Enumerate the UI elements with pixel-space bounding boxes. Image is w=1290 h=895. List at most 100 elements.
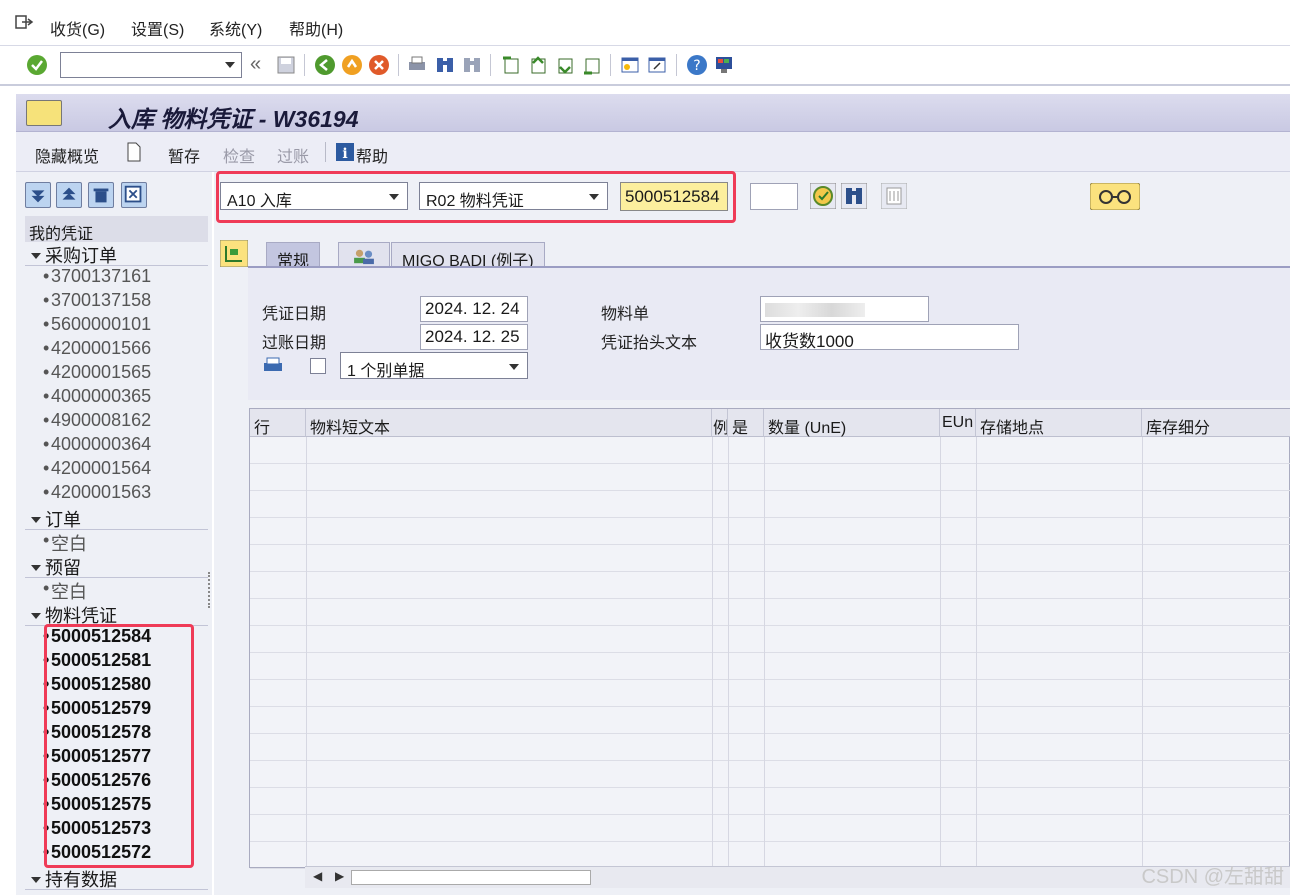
column-header-example[interactable]: 例	[712, 409, 728, 437]
tree-item[interactable]: • 4900008162	[25, 410, 208, 434]
chevron-down-icon[interactable]	[31, 517, 41, 523]
check-icon[interactable]	[26, 54, 48, 76]
shortcut-icon[interactable]	[646, 54, 668, 76]
column-header-quantity[interactable]: 数量 (UnE)	[764, 409, 940, 437]
detail-toggle-icon[interactable]	[220, 240, 248, 267]
expand-all-icon[interactable]	[25, 182, 51, 208]
table-row[interactable]	[250, 491, 1290, 518]
command-field[interactable]	[60, 52, 242, 78]
tab-general[interactable]: 常规	[266, 242, 321, 270]
new-session-icon[interactable]	[619, 54, 641, 76]
transaction-icon[interactable]	[26, 100, 62, 126]
save-icon[interactable]	[275, 54, 297, 76]
menu-system[interactable]: 系统(Y)	[209, 16, 262, 40]
tree-folder[interactable]: 采购订单	[25, 242, 208, 266]
tab-partner[interactable]	[338, 242, 390, 268]
tree-item[interactable]: • 空白	[25, 578, 208, 602]
tree-folder[interactable]: 订单	[25, 506, 208, 530]
print-icon[interactable]	[262, 355, 284, 375]
material-slip-input[interactable]	[760, 296, 929, 322]
tree-item[interactable]: • 3700137161	[25, 266, 208, 290]
table-icon[interactable]	[881, 183, 907, 209]
print-option-dropdown[interactable]: 1 个别单据	[340, 352, 528, 380]
close-icon[interactable]	[121, 182, 147, 208]
table-row[interactable]	[250, 842, 1290, 869]
layout-icon[interactable]	[713, 54, 735, 76]
posting-date-input[interactable]: 2024. 12. 25	[420, 324, 528, 350]
chevron-down-icon[interactable]	[31, 877, 41, 883]
table-row[interactable]	[250, 545, 1290, 572]
cancel-icon[interactable]	[368, 54, 390, 76]
scroll-left-icon[interactable]: ◀	[313, 869, 322, 883]
table-row[interactable]	[250, 464, 1290, 491]
tree-folder[interactable]: 持有数据	[25, 866, 208, 890]
last-page-icon[interactable]	[581, 54, 603, 76]
hold-button[interactable]: 暂存	[168, 143, 200, 167]
prev-page-icon[interactable]	[527, 54, 549, 76]
table-row[interactable]	[250, 815, 1290, 842]
menu-settings[interactable]: 设置(S)	[131, 16, 184, 40]
print-checkbox[interactable]	[310, 358, 326, 374]
column-header-material-text[interactable]: 物料短文本	[306, 409, 712, 437]
menu-goods-receipt[interactable]: 收货(G)	[50, 16, 105, 40]
table-row[interactable]	[250, 761, 1290, 788]
tree-item[interactable]: • 空白	[25, 530, 208, 554]
menu-exit-icon[interactable]	[14, 14, 34, 30]
delete-icon[interactable]	[88, 182, 114, 208]
table-row[interactable]	[250, 680, 1290, 707]
tree-item[interactable]: • 4000000364	[25, 434, 208, 458]
help-icon[interactable]: ?	[686, 54, 708, 76]
column-header-ok[interactable]: 是	[728, 409, 764, 437]
table-row[interactable]	[250, 599, 1290, 626]
find-next-icon[interactable]	[461, 54, 483, 76]
chevron-down-icon[interactable]	[31, 613, 41, 619]
check-button[interactable]: 检查	[223, 143, 255, 167]
tree-item[interactable]: • 3700137158	[25, 290, 208, 314]
new-document-icon[interactable]	[126, 142, 142, 162]
print-icon[interactable]	[406, 54, 428, 76]
splitter-handle[interactable]	[208, 572, 212, 608]
glasses-icon[interactable]	[1090, 183, 1140, 210]
tree-item[interactable]: • 4200001566	[25, 338, 208, 362]
header-text-input[interactable]: 收货数1000	[760, 324, 1019, 351]
tree-item[interactable]: • 4200001564	[25, 458, 208, 482]
search-icon[interactable]	[841, 183, 867, 209]
tree-item[interactable]: • 4200001563	[25, 482, 208, 506]
tree-folder[interactable]: 预留	[25, 554, 208, 578]
tree-folder[interactable]: 物料凭证	[25, 602, 208, 626]
chevron-down-icon[interactable]	[225, 62, 235, 68]
table-row[interactable]	[250, 707, 1290, 734]
year-input[interactable]	[750, 183, 798, 210]
column-header-storage-location[interactable]: 存储地点	[976, 409, 1142, 437]
table-row[interactable]	[250, 734, 1290, 761]
next-page-icon[interactable]	[554, 54, 576, 76]
table-row[interactable]	[250, 572, 1290, 599]
column-header-stock-segment[interactable]: 库存细分	[1142, 409, 1290, 437]
hide-overview-button[interactable]: 隐藏概览	[35, 143, 99, 167]
tree-item[interactable]: • 4000000365	[25, 386, 208, 410]
menu-help[interactable]: 帮助(H)	[289, 16, 343, 40]
first-page-icon[interactable]	[500, 54, 522, 76]
table-row[interactable]	[250, 518, 1290, 545]
chevron-down-icon[interactable]	[31, 253, 41, 259]
column-header-eun[interactable]: EUn	[940, 409, 976, 437]
execute-icon[interactable]	[810, 183, 836, 209]
find-icon[interactable]	[434, 54, 456, 76]
help-button[interactable]: 帮助	[356, 143, 388, 167]
table-row[interactable]	[250, 788, 1290, 815]
tree-item[interactable]: • 5600000101	[25, 314, 208, 338]
doc-date-input[interactable]: 2024. 12. 24	[420, 296, 528, 322]
tree-item[interactable]: • 4200001565	[25, 362, 208, 386]
exit-icon[interactable]	[341, 54, 363, 76]
tab-migo-badi[interactable]: MIGO BADI (例子)	[391, 242, 545, 270]
table-row[interactable]	[250, 653, 1290, 680]
collapse-icon[interactable]: «	[250, 53, 261, 76]
table-row[interactable]	[250, 626, 1290, 653]
post-button[interactable]: 过账	[277, 143, 309, 167]
scroll-thumb[interactable]	[351, 870, 591, 885]
table-row[interactable]	[250, 437, 1290, 464]
column-header-line[interactable]: 行	[250, 409, 306, 437]
scroll-right-icon[interactable]: ▶	[335, 869, 344, 883]
back-icon[interactable]	[314, 54, 336, 76]
chevron-down-icon[interactable]	[31, 565, 41, 571]
